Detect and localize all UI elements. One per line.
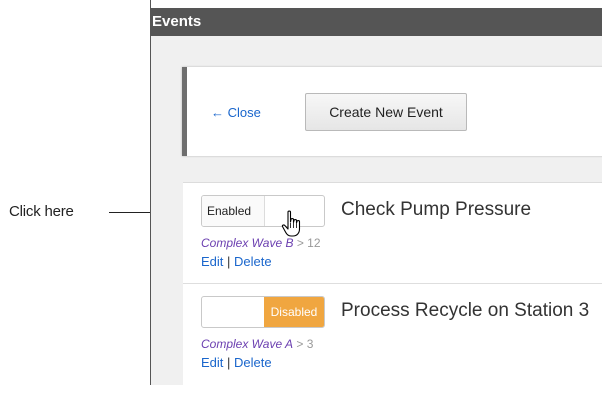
title-bar: Events <box>151 0 602 36</box>
close-link[interactable]: ← Close <box>211 105 261 120</box>
delete-link[interactable]: Delete <box>234 355 272 370</box>
events-window: Events ← Close Create New Event Enabled … <box>150 0 602 393</box>
event-row: Disabled Process Recycle on Station 3 Co… <box>183 284 602 384</box>
status-toggle[interactable]: Disabled <box>201 296 325 328</box>
window-title: Events <box>152 13 202 30</box>
wave-link[interactable]: Complex Wave A <box>201 337 293 351</box>
wave-separator: > <box>293 337 307 351</box>
toggle-disabled-label: Disabled <box>264 297 324 327</box>
wave-separator: > <box>293 236 308 250</box>
delete-link[interactable]: Delete <box>234 254 272 269</box>
callout-label: Click here <box>9 203 74 220</box>
wave-info: Complex Wave A > 3 <box>201 337 313 351</box>
actions-separator: | <box>223 355 235 370</box>
wave-count: 3 <box>306 337 314 351</box>
event-name: Check Pump Pressure <box>341 199 532 220</box>
event-name: Process Recycle on Station 3 <box>341 300 590 321</box>
toggle-enabled-label: Enabled <box>202 196 265 226</box>
edit-link[interactable]: Edit <box>201 254 223 269</box>
create-new-event-button[interactable]: Create New Event <box>305 93 467 131</box>
actions-separator: | <box>223 254 235 269</box>
status-toggle[interactable]: Enabled <box>201 195 325 227</box>
event-row: Enabled Check Pump Pressure Complex Wave… <box>183 183 602 283</box>
hand-pointer-icon <box>281 210 301 237</box>
events-list: Enabled Check Pump Pressure Complex Wave… <box>183 182 602 393</box>
event-actions: Edit | Delete <box>201 254 272 269</box>
wave-link[interactable]: Complex Wave B <box>201 236 293 250</box>
event-actions: Edit | Delete <box>201 355 272 370</box>
edit-link[interactable]: Edit <box>201 355 223 370</box>
wave-count: 12 <box>307 236 321 250</box>
toolbar-card: ← Close Create New Event <box>182 67 602 156</box>
wave-info: Complex Wave B > 12 <box>201 236 321 250</box>
